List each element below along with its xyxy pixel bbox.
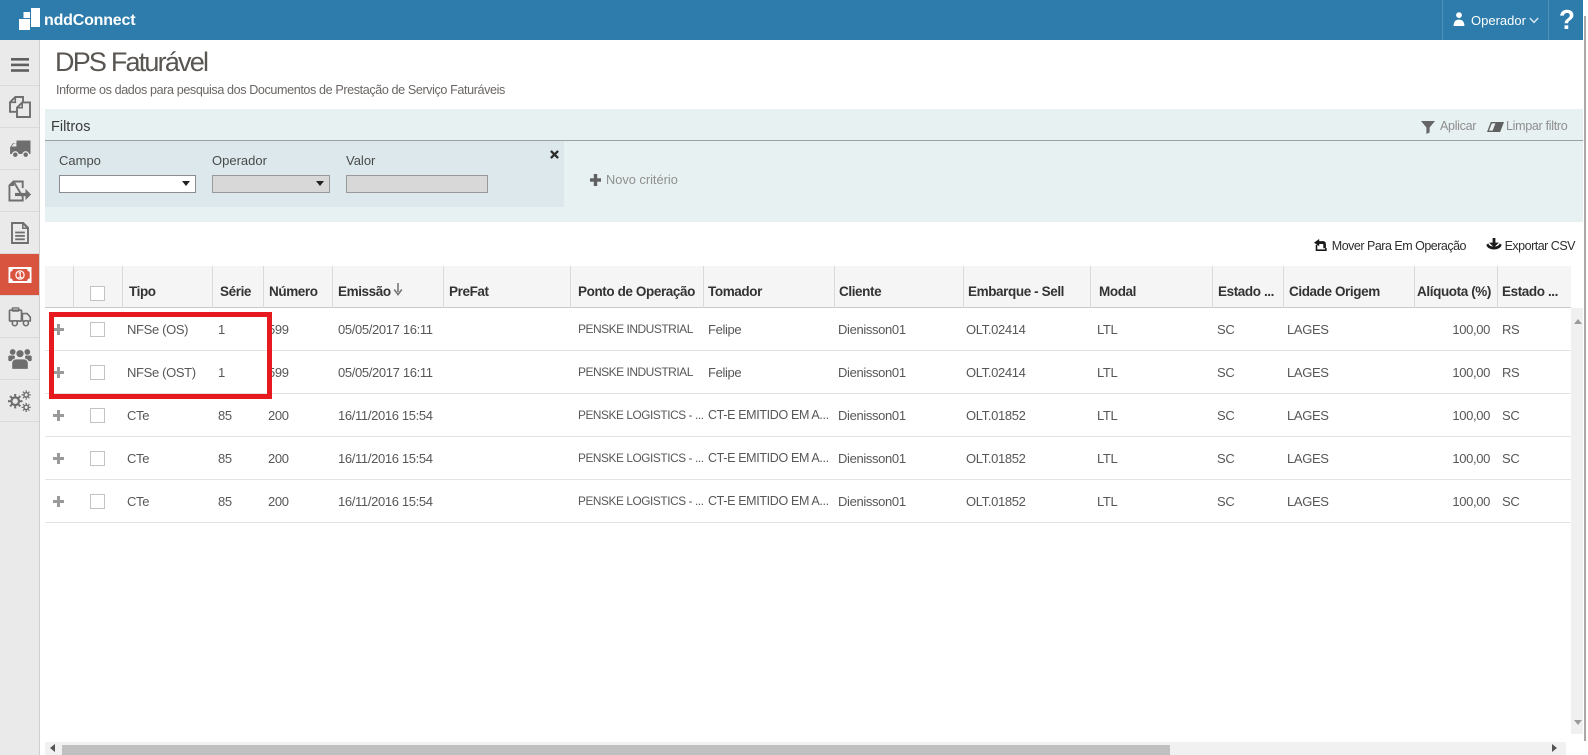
svg-text:1: 1 bbox=[17, 270, 22, 280]
